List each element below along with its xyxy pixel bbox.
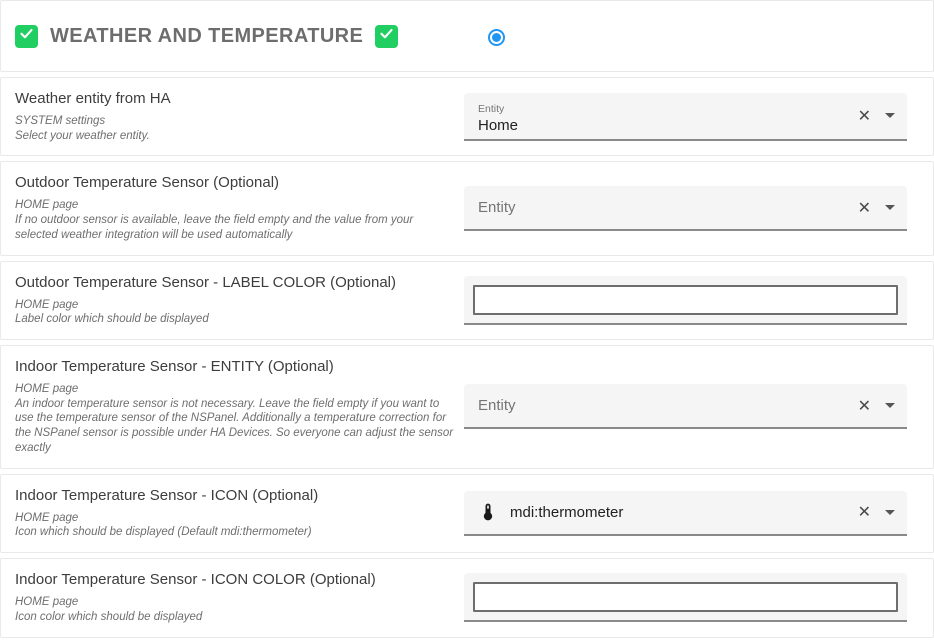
setting-page-tag: SYSTEM settings	[15, 114, 454, 129]
setting-title: Indoor Temperature Sensor - ICON COLOR (…	[15, 571, 454, 588]
setting-description-block: Indoor Temperature Sensor - ENTITY (Opti…	[1, 346, 464, 468]
indoor-icon-select[interactable]: mdi:thermometer ✕	[464, 491, 907, 536]
clear-icon[interactable]: ✕	[850, 396, 879, 416]
section-enabled-checkbox-left[interactable]	[15, 25, 38, 48]
chevron-down-icon[interactable]	[885, 403, 895, 408]
setting-page-tag: HOME page	[15, 382, 454, 397]
setting-row-indoor-temp-entity: Indoor Temperature Sensor - ENTITY (Opti…	[0, 345, 934, 469]
select-value: Home	[478, 116, 850, 136]
outdoor-label-color-input[interactable]	[473, 285, 898, 315]
setting-description-block: Weather entity from HA SYSTEM settings S…	[1, 78, 464, 155]
setting-row-indoor-icon: Indoor Temperature Sensor - ICON (Option…	[0, 474, 934, 553]
setting-description: Select your weather entity.	[15, 129, 454, 144]
setting-description: Icon which should be displayed (Default …	[15, 525, 454, 540]
section-header: WEATHER AND TEMPERATURE	[0, 0, 934, 72]
setting-row-indoor-icon-color: Indoor Temperature Sensor - ICON COLOR (…	[0, 558, 934, 637]
setting-description-block: Indoor Temperature Sensor - ICON (Option…	[1, 475, 464, 552]
setting-page-tag: HOME page	[15, 298, 454, 313]
select-float-label: Entity	[478, 96, 850, 116]
setting-description-block: Indoor Temperature Sensor - ICON COLOR (…	[1, 559, 464, 636]
chevron-down-icon[interactable]	[885, 205, 895, 210]
setting-title: Indoor Temperature Sensor - ICON (Option…	[15, 487, 454, 504]
section-title: WEATHER AND TEMPERATURE	[50, 25, 363, 48]
indoor-temp-entity-select[interactable]: Entity ✕	[464, 384, 907, 429]
input-well	[464, 573, 907, 622]
check-icon	[19, 26, 34, 46]
clear-icon[interactable]: ✕	[850, 198, 879, 218]
select-placeholder: Entity	[478, 199, 516, 216]
radio-selected-dot	[492, 33, 501, 42]
settings-page: WEATHER AND TEMPERATURE Weather entity f…	[0, 0, 934, 640]
setting-row-outdoor-label-color: Outdoor Temperature Sensor - LABEL COLOR…	[0, 261, 934, 340]
check-icon	[379, 26, 394, 46]
setting-title: Weather entity from HA	[15, 90, 454, 107]
setting-title: Outdoor Temperature Sensor (Optional)	[15, 174, 454, 191]
setting-description: Label color which should be displayed	[15, 312, 454, 327]
setting-title: Indoor Temperature Sensor - ENTITY (Opti…	[15, 358, 454, 375]
setting-row-weather-entity: Weather entity from HA SYSTEM settings S…	[0, 77, 934, 156]
setting-description: An indoor temperature sensor is not nece…	[15, 397, 454, 456]
select-placeholder: Entity	[478, 397, 516, 414]
section-radio-button[interactable]	[488, 29, 505, 46]
setting-page-tag: HOME page	[15, 511, 454, 526]
setting-page-tag: HOME page	[15, 198, 454, 213]
chevron-down-icon[interactable]	[885, 113, 895, 118]
section-enabled-checkbox-right[interactable]	[375, 25, 398, 48]
setting-title: Outdoor Temperature Sensor - LABEL COLOR…	[15, 274, 454, 291]
outdoor-temp-entity-select[interactable]: Entity ✕	[464, 186, 907, 231]
setting-description: If no outdoor sensor is available, leave…	[15, 213, 454, 242]
thermometer-icon	[478, 502, 498, 522]
setting-description: Icon color which should be displayed	[15, 610, 454, 625]
setting-description-block: Outdoor Temperature Sensor - LABEL COLOR…	[1, 262, 464, 339]
select-value: mdi:thermometer	[510, 503, 623, 523]
clear-icon[interactable]: ✕	[850, 502, 879, 522]
chevron-down-icon[interactable]	[885, 510, 895, 515]
clear-icon[interactable]: ✕	[850, 106, 879, 126]
setting-description-block: Outdoor Temperature Sensor (Optional) HO…	[1, 162, 464, 254]
setting-row-outdoor-temp-entity: Outdoor Temperature Sensor (Optional) HO…	[0, 161, 934, 255]
indoor-icon-color-input[interactable]	[473, 582, 898, 612]
input-well	[464, 276, 907, 325]
setting-page-tag: HOME page	[15, 595, 454, 610]
weather-entity-select[interactable]: Entity Home ✕	[464, 93, 907, 141]
